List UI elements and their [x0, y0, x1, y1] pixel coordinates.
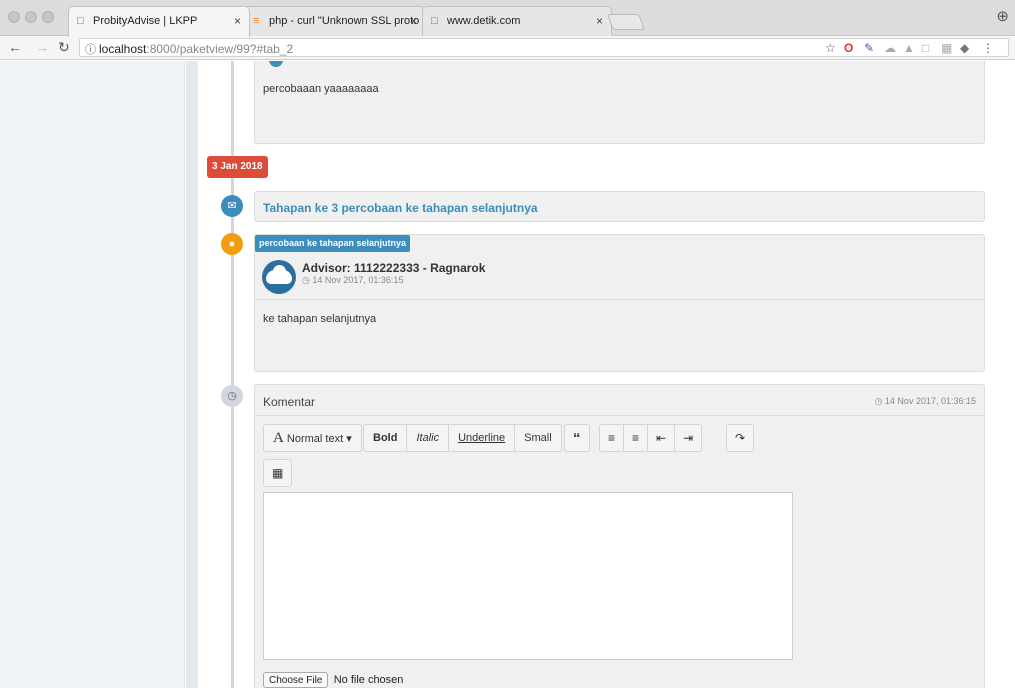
- underline-button[interactable]: Underline: [448, 424, 516, 452]
- tab-close-icon[interactable]: ×: [234, 14, 241, 28]
- comment-time: ◷ 14 Nov 2017, 01:36:15: [302, 275, 404, 285]
- page-icon: □: [431, 15, 438, 27]
- timeline-item-body: percobaaan yaaaaaaaa: [263, 83, 379, 95]
- timeline-item-title[interactable]: Tahapan ke 3 percobaan ke tahapan selanj…: [263, 201, 538, 215]
- advisor-name: Advisor: 1112222333 - Ragnarok: [302, 261, 486, 275]
- extension-icon[interactable]: ▦: [941, 41, 952, 55]
- cloud-extension-icon[interactable]: ☁: [884, 41, 896, 55]
- file-status: No file chosen: [333, 674, 404, 686]
- page-viewport: percobaaan yaaaaaaaa 3 Jan 2018 ✉ Tahapa…: [0, 61, 1015, 688]
- address-bar[interactable]: ⓘ localhost:8000/paketview/99?#tab_2 ☆ O…: [79, 38, 1009, 57]
- tab-title: ProbityAdvise | LKPP: [93, 15, 198, 27]
- divider: [255, 415, 984, 416]
- caret-down-icon: ▾: [346, 432, 352, 445]
- timeline-item-comment: percobaan ke tahapan selanjutnya Advisor…: [254, 234, 985, 372]
- outdent-icon[interactable]: ⇤: [647, 424, 676, 452]
- window-minimize-dot[interactable]: [25, 11, 37, 23]
- tab-detik[interactable]: □ www.detik.com ×: [422, 6, 612, 36]
- bookmark-star-icon[interactable]: ☆: [825, 41, 836, 55]
- avatar: [269, 61, 283, 67]
- info-icon[interactable]: ⓘ: [85, 41, 96, 57]
- bold-button[interactable]: Bold: [363, 424, 408, 452]
- small-button[interactable]: Small: [514, 424, 562, 452]
- extension-icon[interactable]: ◆: [960, 41, 969, 55]
- browser-tab-bar: □ ProbityAdvise | LKPP × ≡ php - curl "U…: [0, 0, 1015, 37]
- blockquote-icon[interactable]: “: [564, 424, 590, 452]
- opera-extension-icon[interactable]: O: [844, 41, 853, 55]
- tab-title: php - curl "Unknown SSL proto: [269, 15, 420, 27]
- tab-close-icon[interactable]: ×: [596, 14, 603, 28]
- extension-icon[interactable]: ▲: [903, 41, 915, 55]
- italic-button[interactable]: Italic: [406, 424, 450, 452]
- tab-stackoverflow[interactable]: ≡ php - curl "Unknown SSL proto ×: [244, 6, 426, 36]
- comment-panel-time: ◷ 14 Nov 2017, 01:36:15: [874, 396, 976, 406]
- blockquote-group: “: [564, 424, 590, 452]
- image-icon[interactable]: ▦: [263, 459, 293, 487]
- tab-close-icon[interactable]: ×: [410, 14, 417, 28]
- image-group: ▦: [263, 459, 293, 487]
- cloud-shape: [266, 270, 292, 284]
- comment-editor-panel: Komentar ◷ 14 Nov 2017, 01:36:15 A Norma…: [254, 384, 985, 688]
- unordered-list-icon[interactable]: ≡: [599, 424, 625, 452]
- font-style-group: A Normal text ▾: [263, 424, 362, 452]
- font-icon: A: [273, 429, 284, 446]
- share-icon[interactable]: ↷: [726, 424, 755, 452]
- sidebar-border-strip: [186, 61, 198, 688]
- browser-toolbar: ← → ↻ ⓘ localhost:8000/paketview/99?#tab…: [0, 36, 1015, 60]
- reload-icon[interactable]: ↻: [58, 39, 70, 56]
- stage-tag: percobaan ke tahapan selanjutnya: [255, 235, 411, 252]
- advisor-avatar: [262, 260, 296, 294]
- timeline-item-stage: Tahapan ke 3 percobaan ke tahapan selanj…: [254, 191, 985, 222]
- clock-icon: ◷: [302, 275, 310, 285]
- eyedropper-extension-icon[interactable]: ✎: [864, 41, 874, 55]
- page-icon: □: [77, 15, 84, 27]
- tab-title: www.detik.com: [447, 15, 521, 27]
- menu-kebab-icon[interactable]: ⋮: [982, 41, 994, 55]
- list-group: ≡ ≡ ⇤ ⇥: [599, 424, 703, 452]
- timeline-item-previous: percobaaan yaaaaaaaa: [254, 61, 985, 144]
- file-input: Choose File No file chosen: [263, 672, 403, 688]
- comment-panel-title: Komentar: [263, 395, 316, 409]
- envelope-icon: ✉: [221, 195, 243, 217]
- back-arrow-icon[interactable]: ←: [8, 39, 22, 55]
- url-text: localhost:8000/paketview/99?#tab_2: [99, 42, 294, 56]
- comment-body: ke tahapan selanjutnya: [263, 313, 377, 325]
- ordered-list-icon[interactable]: ≡: [623, 424, 649, 452]
- indent-icon[interactable]: ⇥: [674, 424, 703, 452]
- clock-icon: ◷: [874, 396, 883, 406]
- timeline-date-label: 3 Jan 2018: [207, 156, 268, 178]
- new-tab-button[interactable]: [607, 14, 645, 30]
- normal-text-dropdown[interactable]: A Normal text ▾: [263, 424, 362, 452]
- emphasis-group: Bold Italic Underline Small: [363, 424, 562, 452]
- window-close-dot[interactable]: [8, 11, 20, 23]
- window-zoom-dot[interactable]: [42, 11, 54, 23]
- forward-arrow-icon[interactable]: →: [35, 39, 49, 55]
- comment-editor-textarea[interactable]: [263, 492, 793, 660]
- tab-probityadvise[interactable]: □ ProbityAdvise | LKPP ×: [68, 6, 250, 37]
- clock-icon: ◷: [221, 385, 243, 407]
- sidebar: [0, 61, 185, 688]
- comments-icon: ●: [221, 233, 243, 255]
- choose-file-button[interactable]: Choose File: [263, 672, 329, 688]
- divider: [255, 299, 984, 300]
- link-group: ↷: [726, 424, 755, 452]
- extension-icon[interactable]: □: [922, 41, 929, 55]
- stackoverflow-icon: ≡: [253, 15, 260, 27]
- profile-icon[interactable]: ⊕: [996, 7, 1009, 25]
